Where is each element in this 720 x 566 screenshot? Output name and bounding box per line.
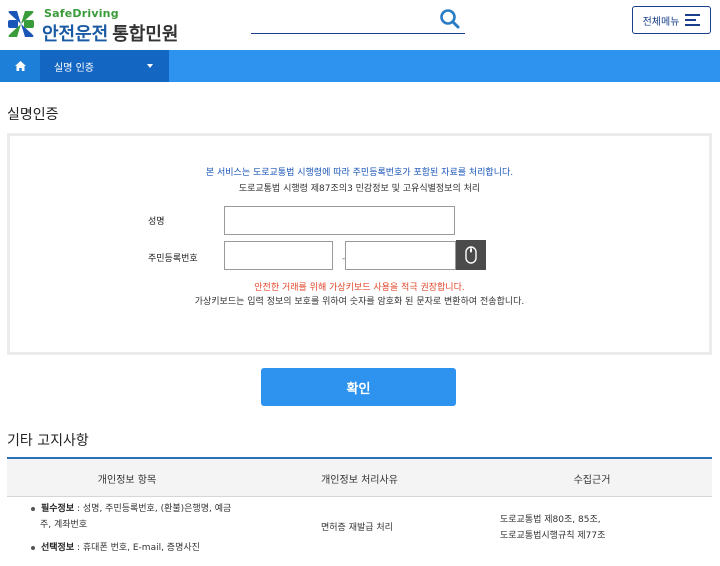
home-button[interactable]: [0, 50, 40, 82]
optional-info-text: : 휴대폰 번호, E-mail, 증명사진: [74, 543, 200, 553]
search-input[interactable]: [251, 6, 465, 34]
bullet-icon: [31, 545, 35, 550]
name-label: 성명: [148, 217, 165, 227]
required-info-label: 필수정보: [41, 504, 75, 514]
site-header: SafeDriving 안전운전 통합민원 전체메뉴: [0, 0, 720, 50]
processing-reason-cell: 면허증 재발급 처리: [321, 523, 393, 533]
nav-page-select[interactable]: 실명 인증: [40, 50, 169, 82]
logo-korean-text: 안전운전 통합민원: [42, 20, 179, 46]
caret-down-icon: [147, 64, 153, 68]
confirm-button[interactable]: 확인: [261, 368, 456, 406]
all-menu-button[interactable]: 전체메뉴: [632, 6, 711, 34]
column-header: 수집근거: [573, 475, 611, 486]
mouse-icon: [465, 246, 477, 264]
optional-info-cell: 선택정보 : 휴대폰 번호, E-mail, 증명사진: [31, 540, 251, 556]
legal-basis-line-1: 도로교통법 제80조, 85조,: [500, 515, 601, 525]
name-field[interactable]: [224, 206, 455, 235]
keyboard-description: 가상키보드는 입력 정보의 보호를 위하여 숫자를 암호화 된 문자로 변환하여…: [194, 297, 525, 307]
logo-english-text: SafeDriving: [44, 7, 119, 20]
rrn-first-field[interactable]: [224, 241, 333, 270]
hamburger-icon: [685, 14, 701, 26]
required-info-cell: 필수정보 : 성명, 주민등록번호, (환불)은행명, 예금 주, 계좌번호: [31, 501, 251, 533]
safedriving-clover-logo-icon: [8, 11, 34, 37]
rrn-label: 주민등록번호: [148, 254, 198, 264]
logo-title: 안전운전: [42, 24, 109, 45]
required-info-text-cont: 주, 계좌번호: [40, 520, 88, 530]
all-menu-label: 전체메뉴: [642, 16, 680, 28]
breadcrumb-nav: 실명 인증: [0, 50, 720, 82]
auth-form-box: 본 서비스는 도로교통법 시행령에 따라 주민등록번호가 포함된 자료를 처리합…: [7, 133, 712, 355]
keyboard-recommendation: 안전한 거래를 위해 가상키보드 사용을 적극 권장합니다.: [254, 283, 465, 293]
bullet-icon: [31, 506, 35, 511]
page-title: 실명인증: [7, 107, 59, 123]
optional-info-label: 선택정보: [41, 543, 75, 553]
site-logo[interactable]: SafeDriving 안전운전 통합민원: [6, 5, 206, 45]
logo-subtitle: 통합민원: [112, 24, 179, 45]
column-header: 개인정보 처리사유: [321, 475, 398, 486]
legal-notice: 도로교통법 시행령 제87조의3 민감정보 및 고유식별정보의 처리: [238, 184, 481, 194]
virtual-keyboard-button[interactable]: [456, 240, 486, 270]
home-icon: [14, 61, 26, 71]
service-notice: 본 서비스는 도로교통법 시행령에 따라 주민등록번호가 포함된 자료를 처리합…: [205, 168, 514, 178]
notice-table-header: 개인정보 항목 개인정보 처리사유 수집근거: [7, 457, 712, 497]
rrn-second-field[interactable]: [345, 241, 456, 270]
other-notices-title: 기타 고지사항: [7, 433, 89, 449]
search-icon[interactable]: [439, 8, 461, 30]
column-header: 개인정보 항목: [97, 475, 157, 486]
legal-basis-line-2: 도로교통법시행규칙 제77조: [500, 531, 606, 541]
required-info-text: : 성명, 주민등록번호, (환불)은행명, 예금: [74, 504, 232, 514]
nav-page-label: 실명 인증: [54, 62, 94, 74]
